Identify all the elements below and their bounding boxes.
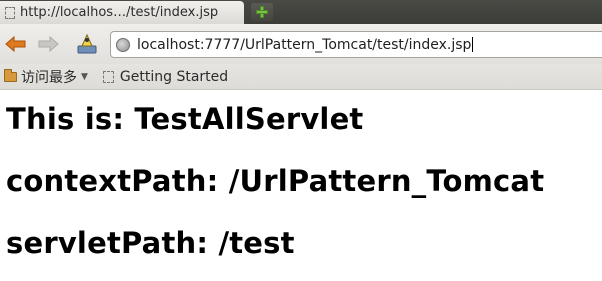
tab-title: http://localhos…/test/index.jsp [20,5,219,20]
home-icon[interactable] [75,32,99,56]
plus-icon [256,6,268,18]
tab-active[interactable]: http://localhos…/test/index.jsp [0,1,244,24]
page-content: This is: TestAllServlet contextPath: /Ur… [0,88,602,274]
bookmarks-toolbar: 访问最多 ▼ Getting Started [0,64,602,90]
forward-arrow-icon[interactable] [37,35,59,53]
chevron-down-icon: ▼ [81,71,88,82]
globe-icon [116,37,130,52]
bookmark-most-visited[interactable]: 访问最多 ▼ [4,67,88,87]
url-text[interactable]: localhost:7777/UrlPattern_Tomcat/test/in… [137,37,471,53]
page-icon [102,70,114,83]
navigation-toolbar: localhost:7777/UrlPattern_Tomcat/test/in… [0,24,602,64]
context-path-text: contextPath: /UrlPattern_Tomcat [6,164,545,198]
bookmark-most-visited-label: 访问最多 [21,69,77,86]
back-arrow-icon[interactable] [5,35,27,53]
new-tab-button[interactable] [251,3,273,21]
page-icon [5,6,15,19]
bookmark-getting-started[interactable]: Getting Started [102,68,229,85]
servlet-path-text: servletPath: /test [6,226,295,260]
servlet-name-text: This is: TestAllServlet [6,102,364,136]
tab-strip: http://localhos…/test/index.jsp [0,0,602,24]
folder-icon [4,68,17,82]
address-bar[interactable]: localhost:7777/UrlPattern_Tomcat/test/in… [110,31,602,58]
text-caret [472,37,474,52]
bookmark-getting-started-label: Getting Started [119,68,229,85]
